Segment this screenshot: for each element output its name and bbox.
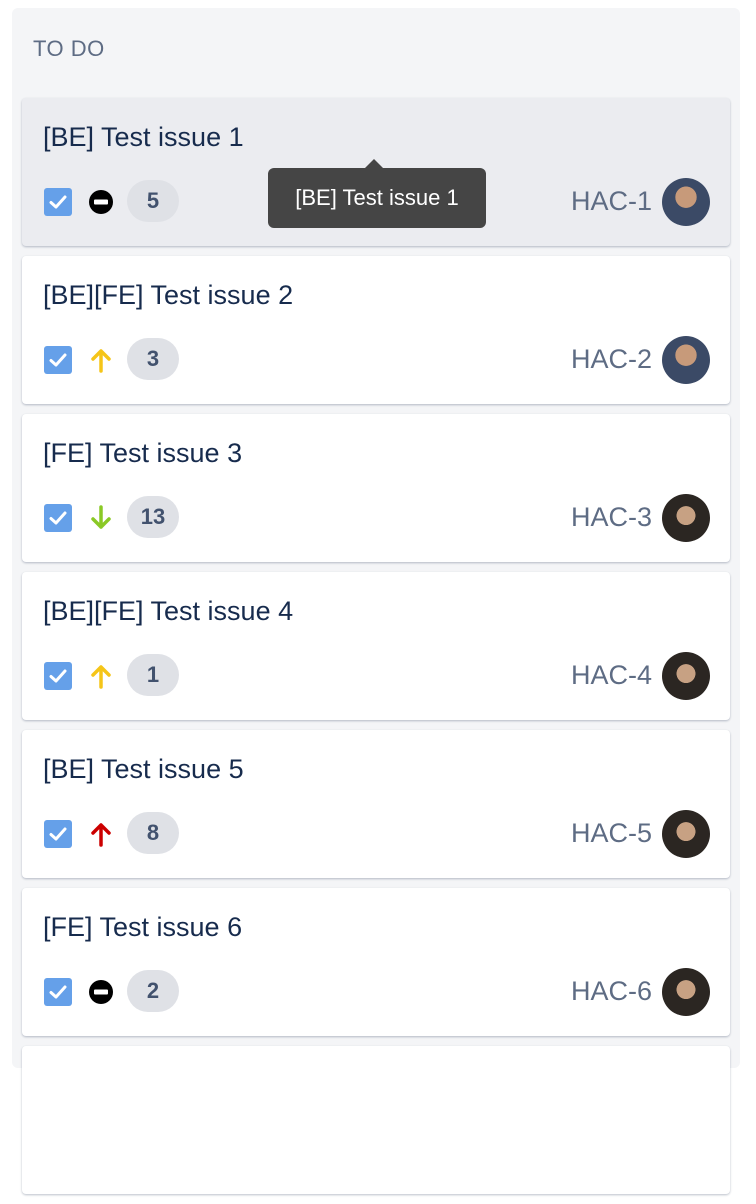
estimate-badge: 1 bbox=[127, 654, 179, 696]
card-title: [FE] Test issue 3 bbox=[43, 438, 243, 468]
estimate-badge: 2 bbox=[127, 970, 179, 1012]
issue-card[interactable]: [BE][FE] Test issue 2 3 HAC-2 bbox=[22, 256, 730, 404]
tooltip-arrow bbox=[365, 159, 383, 168]
card-list: [BE] Test issue 1 5 HAC-1 [BE][FE] Test … bbox=[22, 98, 730, 1204]
story-checkbox-icon bbox=[44, 820, 72, 848]
story-checkbox-icon bbox=[44, 188, 72, 216]
card-title-tooltip: [BE] Test issue 1 bbox=[268, 159, 486, 228]
card-footer: 8 HAC-5 bbox=[43, 810, 710, 858]
card-title: [BE][FE] Test issue 4 bbox=[43, 596, 294, 626]
tooltip-text: [BE] Test issue 1 bbox=[295, 185, 459, 210]
assignee-avatar[interactable] bbox=[662, 810, 710, 858]
blocker-icon bbox=[87, 978, 115, 1006]
issue-key-link[interactable]: HAC-4 bbox=[571, 658, 652, 692]
issue-key-link[interactable]: HAC-3 bbox=[571, 500, 652, 534]
card-footer: 2 HAC-6 bbox=[43, 968, 710, 1016]
estimate-badge: 8 bbox=[127, 812, 179, 854]
assignee-avatar[interactable] bbox=[662, 652, 710, 700]
card-footer: 13 HAC-3 bbox=[43, 494, 710, 542]
issue-key-link[interactable]: HAC-6 bbox=[571, 974, 652, 1008]
issue-key-link[interactable]: HAC-2 bbox=[571, 342, 652, 376]
story-checkbox-icon bbox=[44, 504, 72, 532]
estimate-badge: 13 bbox=[127, 496, 179, 538]
story-checkbox-icon bbox=[44, 346, 72, 374]
arrow-up-high-icon bbox=[87, 820, 115, 848]
issue-card[interactable]: [FE] Test issue 6 2 HAC-6 bbox=[22, 888, 730, 1036]
blocker-icon bbox=[87, 188, 115, 216]
assignee-avatar[interactable] bbox=[662, 336, 710, 384]
assignee-avatar[interactable] bbox=[662, 494, 710, 542]
card-title: [BE][FE] Test issue 2 bbox=[43, 280, 294, 310]
issue-card[interactable]: [BE][FE] Test issue 4 1 HAC-4 bbox=[22, 572, 730, 720]
card-title: [BE] Test issue 1 bbox=[43, 122, 244, 152]
story-checkbox-icon bbox=[44, 662, 72, 690]
column-title: TO DO bbox=[33, 36, 105, 61]
estimate-badge: 5 bbox=[127, 180, 179, 222]
assignee-avatar[interactable] bbox=[662, 968, 710, 1016]
card-title: [FE] Test issue 6 bbox=[43, 912, 243, 942]
card-title: [BE] Test issue 5 bbox=[43, 754, 244, 784]
issue-key-link[interactable]: HAC-1 bbox=[571, 184, 652, 218]
arrow-down-low-icon bbox=[87, 504, 115, 532]
issue-card[interactable]: [FE] Test issue 3 13 HAC-3 bbox=[22, 414, 730, 562]
assignee-avatar[interactable] bbox=[662, 178, 710, 226]
issue-card[interactable] bbox=[22, 1046, 730, 1194]
arrow-up-medium-icon bbox=[87, 346, 115, 374]
estimate-badge: 3 bbox=[127, 338, 179, 380]
arrow-up-medium-icon bbox=[87, 662, 115, 690]
issue-card[interactable]: [BE] Test issue 5 8 HAC-5 bbox=[22, 730, 730, 878]
story-checkbox-icon bbox=[44, 978, 72, 1006]
card-footer: 1 HAC-4 bbox=[43, 652, 710, 700]
issue-key-link[interactable]: HAC-5 bbox=[571, 816, 652, 850]
card-footer: 3 HAC-2 bbox=[43, 336, 710, 384]
